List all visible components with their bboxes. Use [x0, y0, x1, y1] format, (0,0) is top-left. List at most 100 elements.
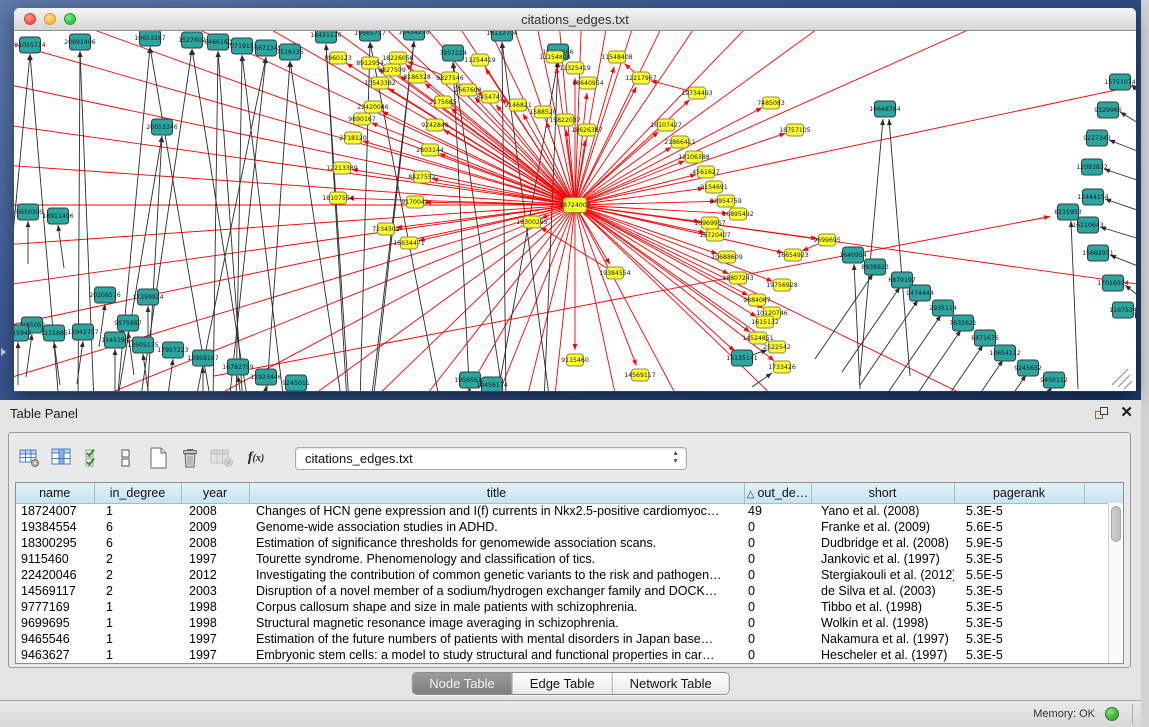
graph-node-9146821[interactable]: 9146821	[504, 99, 532, 111]
cell[interactable]: 9465546	[16, 631, 94, 647]
scrollbar-thumb[interactable]	[1111, 506, 1121, 542]
cell[interactable]: 2008	[181, 503, 249, 519]
column-header-filler[interactable]	[1084, 483, 1123, 503]
cell[interactable]: 1998	[181, 599, 249, 615]
graph-node-7632621[interactable]: 7632621	[949, 315, 977, 331]
network-view-window[interactable]: citations_edges.txt 18724007210557242069…	[14, 8, 1136, 392]
graph-node-9329966[interactable]: 9329966	[1094, 102, 1122, 118]
graph-node-2718120[interactable]: 2718120	[339, 132, 367, 144]
graph-node-9474444[interactable]: 9474444	[906, 285, 934, 301]
column-header-in_degree[interactable]: in_degree	[94, 483, 181, 503]
float-panel-icon[interactable]	[1094, 406, 1110, 420]
cell[interactable]: Hescheler et al. (1997)	[811, 647, 954, 663]
cell[interactable]: 2	[94, 583, 181, 599]
cell[interactable]: de Silva et al. (2003)	[811, 583, 954, 599]
cell[interactable]: 0	[744, 599, 811, 615]
cell[interactable]: 0	[744, 567, 811, 583]
graph-node-17359924[interactable]: 17359924	[132, 289, 164, 305]
graph-node-9170042[interactable]: 9170042	[401, 196, 429, 208]
graph-node-1167534[interactable]: 1167534	[1109, 302, 1136, 318]
column-header-year[interactable]: year	[181, 483, 249, 503]
cell[interactable]: 9115460	[16, 551, 94, 567]
cell[interactable]: Tourette syndrome. Phenomenology and cla…	[249, 551, 744, 567]
graph-node-10969957[interactable]: 10969957	[694, 217, 726, 229]
table-row[interactable]: 946362711997Embryonic stem cells: a mode…	[16, 647, 1123, 663]
column-header-pagerank[interactable]: pagerank	[954, 483, 1084, 503]
cell[interactable]: 9777169	[16, 599, 94, 615]
cell[interactable]: 0	[744, 551, 811, 567]
cell[interactable]: 6	[94, 519, 181, 535]
cell[interactable]: Wolkin et al. (1998)	[811, 615, 954, 631]
cell[interactable]: 0	[744, 647, 811, 663]
cell[interactable]: Structural magnetic resonance image aver…	[249, 615, 744, 631]
select-columns-icon[interactable]	[79, 444, 109, 472]
graph-node-12217967[interactable]: 12217967	[625, 72, 657, 84]
table-row[interactable]: 977716911998Corpus callosum shape and si…	[16, 599, 1123, 615]
cell[interactable]: 22420046	[16, 567, 94, 583]
table-row[interactable]: 1938455462009Genome-wide association stu…	[16, 519, 1123, 535]
cell[interactable]: 1997	[181, 551, 249, 567]
cell[interactable]: 2008	[181, 535, 249, 551]
graph-node-10653287[interactable]: 10653287	[134, 31, 166, 46]
cell[interactable]: Dudbridge et al. (2008)	[811, 535, 954, 551]
graph-node-11325419[interactable]: 11325419	[559, 62, 591, 74]
cell[interactable]: 18300295	[16, 535, 94, 551]
cell[interactable]: 5.5E-5	[954, 567, 1084, 583]
cell[interactable]: 0	[744, 519, 811, 535]
graph-node-20691406[interactable]: 20691406	[64, 34, 96, 50]
table-row[interactable]: 2242004622012Investigating the contribut…	[16, 567, 1123, 583]
graph-node-9245011[interactable]: 9245011	[282, 375, 310, 391]
column-header-title[interactable]: title	[249, 483, 744, 503]
graph-node-8427552[interactable]: 8427552	[408, 171, 436, 183]
graph-node-12093832[interactable]: 12093832	[1076, 159, 1108, 175]
left-splitter-arrow-icon[interactable]	[1, 348, 6, 356]
graph-node-15135141[interactable]: 15135141	[726, 350, 758, 366]
graph-node-4561627[interactable]: 4561627	[692, 166, 720, 178]
cell[interactable]: Stergiakouli et al. (2012)	[811, 567, 954, 583]
network-canvas[interactable]: 1872400721055724206914061065328715276028…	[14, 31, 1136, 391]
graph-node-18640954[interactable]: 18640954	[572, 77, 604, 89]
cell[interactable]: 5.3E-5	[954, 599, 1084, 615]
cell[interactable]: 2009	[181, 519, 249, 535]
graph-node-18431176[interactable]: 18431176	[310, 31, 342, 43]
delete-column-icon[interactable]	[207, 444, 237, 472]
graph-node-20206576[interactable]: 20206576	[89, 287, 121, 303]
cell[interactable]: 0	[744, 631, 811, 647]
graph-node-2522542[interactable]: 2522542	[763, 341, 791, 353]
table-row[interactable]: 969969511998Structural magnetic resonanc…	[16, 615, 1123, 631]
table-row[interactable]: 946554611997Estimation of the future num…	[16, 631, 1123, 647]
graph-node-8938923[interactable]: 8938923	[861, 259, 889, 275]
graph-node-18132704[interactable]: 18132704	[486, 31, 518, 41]
graph-node-22420046[interactable]: 22420046	[357, 101, 389, 113]
cell[interactable]: 5.3E-5	[954, 631, 1084, 647]
cell[interactable]: Changes of HCN gene expression and I(f) …	[249, 503, 744, 519]
table-row[interactable]: 1456911722003Disruption of a novel membe…	[16, 583, 1123, 599]
graph-node-1145194[interactable]: 1145194	[101, 332, 129, 348]
cell[interactable]: Disruption of a novel member of a sodium…	[249, 583, 744, 599]
tab-network-table[interactable]: Network Table	[612, 673, 729, 694]
cell[interactable]: 5.3E-5	[954, 551, 1084, 567]
row-height-icon[interactable]	[111, 444, 141, 472]
graph-node-16895492[interactable]: 16895492	[722, 208, 754, 220]
graph-node-17016504[interactable]: 17016504	[1097, 275, 1129, 291]
graph-node-9242848[interactable]: 9242848	[421, 119, 449, 131]
tab-edge-table[interactable]: Edge Table	[512, 673, 612, 694]
graph-node-1733426[interactable]: 1733426	[768, 361, 796, 373]
cell[interactable]: Tibbo et al. (1998)	[811, 599, 954, 615]
cell[interactable]: 1	[94, 631, 181, 647]
graph-node-8471676[interactable]: 8471676	[971, 330, 999, 346]
graph-node-18107554[interactable]: 18107554	[322, 192, 354, 204]
graph-node-7957224[interactable]: 7957224	[439, 45, 467, 61]
cell[interactable]: 1998	[181, 615, 249, 631]
cell[interactable]: 1	[94, 503, 181, 519]
cell[interactable]: 2003	[181, 583, 249, 599]
graph-node-15634471[interactable]: 15634471	[393, 237, 425, 249]
table-settings-icon[interactable]	[15, 444, 45, 472]
cell[interactable]: 19384554	[16, 519, 94, 535]
graph-node-9450112[interactable]: 9450112	[1040, 372, 1068, 388]
graph-node-16782759[interactable]: 16782759	[222, 359, 254, 375]
panel-splitter-handle[interactable]	[568, 394, 578, 399]
cell[interactable]: Estimation of significance thresholds fo…	[249, 535, 744, 551]
cell[interactable]: Corpus callosum shape and size in male p…	[249, 599, 744, 615]
table-row[interactable]: 911546021997Tourette syndrome. Phenomeno…	[16, 551, 1123, 567]
